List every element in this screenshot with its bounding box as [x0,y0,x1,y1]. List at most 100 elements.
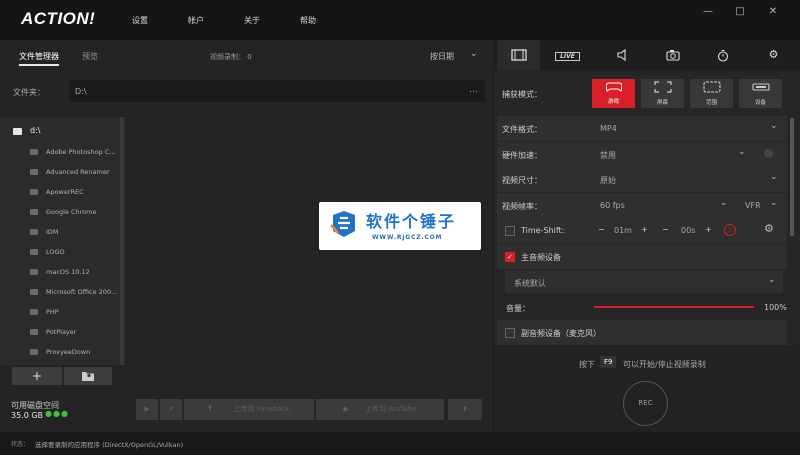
plus-icon[interactable]: + [705,225,712,234]
folder-tree-item[interactable]: Microsoft Office 200... [30,288,117,296]
play-button[interactable]: ▶ [136,399,158,420]
volume-value: 100% [764,303,787,312]
video-size-select[interactable]: 原始 [600,175,616,186]
menu-help[interactable]: 帮助 [300,15,316,26]
folder-tree-item-label: Adobe Photoshop C... [46,148,116,156]
settings-scrollbar[interactable] [790,118,794,236]
mode-device-button[interactable]: 设备 [739,79,782,108]
mic-label: 副音频设备（麦克风） [521,329,601,338]
tab-file-manager[interactable]: 文件管理器 [19,51,59,66]
file-format-select[interactable]: MP4 [600,124,617,133]
minus-icon[interactable]: − [662,225,669,234]
mode-screen-button[interactable]: 屏幕 [641,79,684,108]
main-audio-checkbox[interactable]: ✓ [505,252,515,262]
upload-button[interactable]: ⬆ [448,399,482,420]
mode-region-label: 范围 [705,100,717,106]
gear-icon[interactable]: ⚙ [764,222,774,235]
upload-youtube-button[interactable]: ▶ 上传到 YouTube [316,399,444,420]
tab-audio[interactable] [600,40,643,70]
tab-preview[interactable]: 预览 [82,51,98,62]
video-count-value: 0 [247,53,252,61]
watermark-logo [330,211,355,237]
sort-dropdown[interactable]: 按日期 [430,51,454,62]
timeshift-seconds[interactable]: 00s [681,226,695,235]
open-folder-button[interactable] [64,367,112,385]
folder-icon [30,309,38,315]
mode-game-label: 游戏 [607,99,619,105]
frame-mode-select[interactable]: VFR [745,201,761,210]
gamepad-icon [592,81,635,97]
main-audio-label: 主音频设备 [521,253,561,262]
main-audio-select-box[interactable] [505,271,783,293]
folder-tree-item[interactable]: PHP [30,308,59,316]
minimize-icon[interactable]: — [699,6,717,17]
tree-scrollbar[interactable] [120,117,124,365]
folder-tree-item[interactable]: ApowerREC [30,188,84,196]
browse-icon[interactable]: … [469,85,478,95]
chevron-down-icon[interactable]: ⌄ [720,198,728,208]
maximize-icon[interactable]: □ [731,6,749,17]
upload-facebook-label: 上传到 Facebook [233,405,290,413]
chevron-down-icon[interactable]: ⌄ [770,172,778,182]
mode-game-button[interactable]: 游戏 [592,79,635,108]
tab-video[interactable] [497,40,540,70]
menu-about[interactable]: 关于 [244,15,260,26]
folder-icon [30,209,38,215]
folder-tree-item-label: Advanced Renamer [46,168,110,176]
frame-rate-select[interactable]: 60 fps [600,201,625,210]
folder-path-field[interactable] [69,80,485,102]
region-icon [690,81,733,98]
preview-area [125,117,493,395]
hw-accel-select[interactable]: 禁用 [600,150,616,161]
upload-facebook-button[interactable]: f 上传到 Facebook [184,399,314,420]
close-icon[interactable]: ✕ [764,6,782,17]
volume-fill [594,306,754,308]
tab-settings[interactable]: ⚙ [752,40,795,70]
tree-root[interactable]: d:\ [30,126,40,135]
record-button[interactable]: REC [623,381,668,426]
folder-tree-item[interactable]: macOS 10.12 [30,268,90,276]
delete-button[interactable]: ✕ [160,399,182,420]
video-icon [510,49,527,61]
chevron-down-icon[interactable]: ⌄ [768,275,776,285]
title-bar [0,0,800,40]
tab-webcam[interactable] [651,40,694,70]
chevron-down-icon[interactable]: ⌄ [770,121,778,131]
plus-icon[interactable]: + [641,225,648,234]
chevron-down-icon[interactable]: ⌄ [738,147,746,157]
folder-tree-item[interactable]: Adobe Photoshop C... [30,148,116,156]
menu-settings[interactable]: 设置 [132,15,148,26]
capture-mode-label: 捕获模式： [502,90,542,99]
folder-tree-item-label: macOS 10.12 [46,268,90,276]
add-folder-button[interactable]: + [12,367,62,385]
volume-track[interactable] [594,306,754,308]
folder-tree-item[interactable]: Advanced Renamer [30,168,110,176]
folder-tree-item-label: IDM [46,228,59,236]
youtube-icon: ▶ [343,405,349,413]
chevron-down-icon[interactable]: ⌄ [470,49,478,59]
main-audio-device: 系统默认 [514,279,546,288]
video-size-label: 视频尺寸： [502,176,542,185]
mode-region-button[interactable]: 范围 [690,79,733,108]
folder-path-value: D:\ [75,87,87,96]
folder-icon [30,329,38,335]
folder-tree-item[interactable]: ProxyeeDown [30,348,90,356]
folder-tree-item[interactable]: IDM [30,228,59,236]
folder-tree-item[interactable]: Google Chrome [30,208,96,216]
minus-icon[interactable]: − [598,225,605,234]
folder-tree-item[interactable]: LOGO [30,248,65,256]
timeshift-minutes[interactable]: 01m [614,226,632,235]
mic-checkbox[interactable] [505,328,515,338]
camera-icon [665,50,680,61]
video-count-label: 视频录制： [210,53,245,61]
tab-live[interactable]: LIVE [546,40,589,70]
chevron-down-icon[interactable]: ⌄ [770,198,778,208]
disk-indicator: ●●● [45,409,69,418]
menu-account[interactable]: 帐户 [188,15,204,26]
disk-space-value: 35.0 GB [11,411,44,420]
folder-open-icon [82,371,94,381]
folder-tree-item[interactable]: PotPlayer [30,328,76,336]
tab-timer[interactable] [701,40,744,70]
app-logo: ACTION! [21,9,96,28]
timeshift-checkbox[interactable] [505,226,515,236]
